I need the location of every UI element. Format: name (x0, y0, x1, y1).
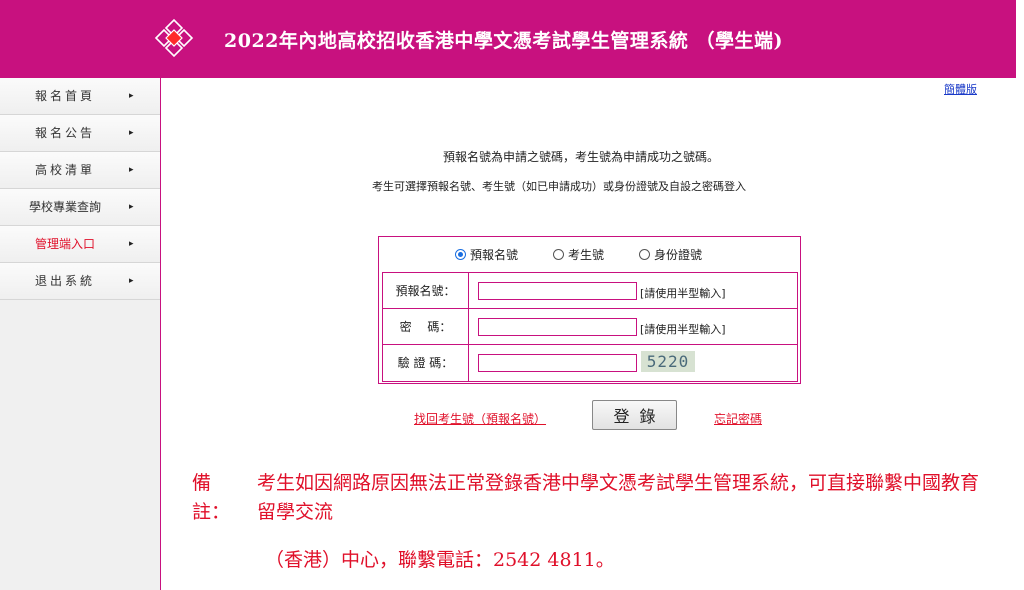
table-row: 密 碼： [請使用半型輸入] (383, 309, 797, 345)
sidebar: 報名首頁 ▸ 報名公告 ▸ 高校清單 ▸ 學校專業查詢 ▸ 管理端入口 ▸ 退出… (0, 78, 161, 590)
sidebar-item-label: 管理端入口 (34, 237, 95, 251)
captcha-input[interactable] (478, 354, 637, 372)
radio-selected-icon (455, 249, 466, 260)
id-field-label: 預報名號： (383, 273, 469, 308)
sidebar-item-university-list[interactable]: 高校清單 ▸ (0, 152, 160, 189)
chevron-right-icon: ▸ (129, 202, 134, 212)
radio-candidate-number[interactable]: 考生號 (553, 246, 604, 263)
sidebar-item-home[interactable]: 報名首頁 ▸ (0, 78, 160, 115)
page-header: 2022年內地高校招收香港中學文憑考試學生管理系統 （學生端) (0, 0, 1016, 78)
sidebar-item-label: 退出系統 (34, 274, 95, 288)
info-text-line1: 預報名號為申請之號碼，考生號為申請成功之號碼。 (443, 150, 720, 164)
radio-id-card-number[interactable]: 身份證號 (639, 246, 702, 263)
sidebar-item-label: 高校清單 (34, 163, 95, 177)
password-field-hint: [請使用半型輸入] (640, 323, 726, 336)
table-row: 預報名號： [請使用半型輸入] (383, 273, 797, 309)
radio-unselected-icon (639, 249, 650, 260)
chevron-right-icon: ▸ (129, 91, 134, 101)
sidebar-item-logout[interactable]: 退出系統 ▸ (0, 263, 160, 300)
table-row: 驗 證 碼： 5220 (383, 345, 797, 381)
sidebar-item-major-search[interactable]: 學校專業查詢 ▸ (0, 189, 160, 226)
radio-label: 預報名號 (470, 248, 519, 262)
password-input[interactable] (478, 318, 637, 336)
note-contact-line: （香港）中心，聯繫電話：2542 4811。 (265, 549, 615, 571)
sidebar-item-label: 報名公告 (34, 126, 95, 140)
login-form: 預報名號 考生號 身份證號 預報名號： [請使用半型輸入] 密 碼： [請使用半… (378, 236, 801, 384)
login-button[interactable]: 登錄 (592, 400, 677, 430)
sidebar-item-label: 學校專業查詢 (28, 200, 101, 214)
info-text-line2: 考生可選擇預報名號、考生號（如已申請成功）或身份證號及自設之密碼登入 (372, 180, 746, 193)
forgot-password-link[interactable]: 忘記密碼 (714, 410, 762, 427)
diamond-logo-icon (154, 18, 194, 58)
captcha-image[interactable]: 5220 (641, 351, 695, 372)
login-type-radio-group: 預報名號 考生號 身份證號 (379, 237, 800, 271)
login-fields-table: 預報名號： [請使用半型輸入] 密 碼： [請使用半型輸入] 驗 證 碼： 52… (382, 272, 798, 382)
sidebar-item-announcements[interactable]: 報名公告 ▸ (0, 115, 160, 152)
chevron-right-icon: ▸ (129, 128, 134, 138)
radio-unselected-icon (553, 249, 564, 260)
radio-label: 考生號 (568, 248, 605, 262)
simplified-chinese-link[interactable]: 簡體版 (944, 81, 977, 97)
id-input[interactable] (478, 282, 637, 300)
note-heading: 備註： (192, 472, 231, 523)
chevron-right-icon: ▸ (129, 239, 134, 249)
chevron-right-icon: ▸ (129, 276, 134, 286)
captcha-field-label: 驗 證 碼： (383, 345, 469, 381)
id-field-hint: [請使用半型輸入] (640, 287, 726, 300)
page-title: 2022年內地高校招收香港中學文憑考試學生管理系統 （學生端) (224, 30, 783, 52)
page-right-margin (1016, 0, 1024, 590)
chevron-right-icon: ▸ (129, 165, 134, 175)
password-field-label: 密 碼： (383, 309, 469, 344)
radio-pre-registration-number[interactable]: 預報名號 (455, 246, 518, 263)
note-body: 考生如因網路原因無法正常登錄香港中學文憑考試學生管理系統，可直接聯繫中國教育留學… (257, 472, 980, 523)
sidebar-item-label: 報名首頁 (34, 89, 95, 103)
sidebar-item-admin-portal[interactable]: 管理端入口 ▸ (0, 226, 160, 263)
find-candidate-number-link[interactable]: 找回考生號（預報名號） (414, 410, 546, 427)
radio-label: 身份證號 (654, 248, 703, 262)
